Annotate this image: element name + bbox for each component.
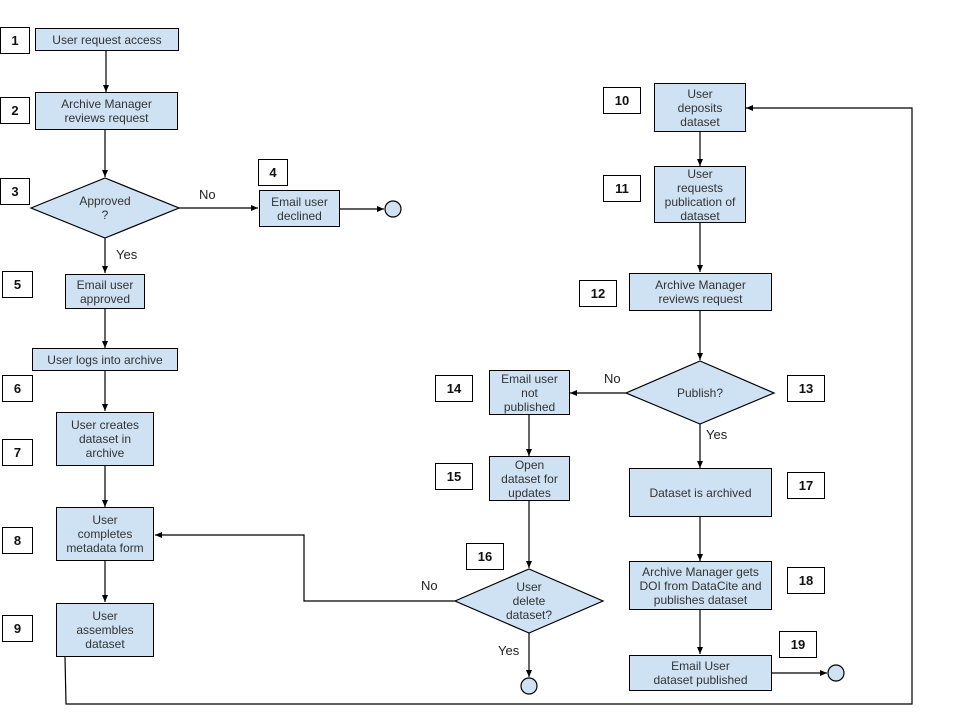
step-number-16: 16 <box>466 543 504 570</box>
step-number-3: 3 <box>0 178 30 205</box>
step-2-node: Archive Manager reviews request <box>35 92 178 130</box>
step-number-17: 17 <box>787 472 825 499</box>
edge-label-delete-no: No <box>421 578 438 593</box>
step-5-node: Email user approved <box>65 274 145 309</box>
step-number-11: 11 <box>603 175 641 202</box>
step-number-15: 15 <box>435 463 473 490</box>
step-number-2: 2 <box>0 97 30 124</box>
step-number-18: 18 <box>787 567 825 594</box>
step-6-node: User logs into archive <box>32 348 178 371</box>
edge-16-8 <box>155 532 455 602</box>
step-number-6: 6 <box>2 375 33 402</box>
step-11-node: User requests publication of dataset <box>654 166 746 223</box>
step-number-8: 8 <box>2 527 33 554</box>
step-number-1: 1 <box>0 27 30 54</box>
step-15-node: Open dataset for updates <box>489 456 570 501</box>
step-number-10: 10 <box>603 87 641 114</box>
step-1-node: User request access <box>35 28 179 51</box>
step-9-node: User assembles dataset <box>56 603 154 657</box>
step-14-node: Email user not published <box>489 370 570 415</box>
step-8-node: User completes metadata form <box>56 507 154 561</box>
step-13-decision-text: Publish? <box>676 386 724 400</box>
edge-label-delete-yes: Yes <box>498 643 520 658</box>
step-4-node: Email user declined <box>259 190 340 227</box>
end-terminator-deleted <box>520 677 538 695</box>
step-number-12: 12 <box>579 280 617 307</box>
edge-label-publish-no: No <box>604 371 621 386</box>
step-17-node: Dataset is archived <box>629 468 772 517</box>
edge-label-publish-yes: Yes <box>706 427 728 442</box>
step-number-7: 7 <box>2 439 33 466</box>
edge-label-approved-no: No <box>199 187 216 202</box>
step-10-node: User deposits dataset <box>654 83 746 132</box>
step-number-4: 4 <box>258 159 288 186</box>
step-number-19: 19 <box>779 631 817 658</box>
step-number-13: 13 <box>787 375 825 402</box>
step-18-node: Archive Manager gets DOI from DataCite a… <box>629 561 772 610</box>
end-terminator-declined <box>384 200 402 218</box>
step-7-node: User creates dataset in archive <box>56 412 154 466</box>
step-number-14: 14 <box>435 375 473 402</box>
edge-label-approved-yes: Yes <box>116 247 138 262</box>
step-12-node: Archive Manager reviews request <box>629 273 772 311</box>
step-19-node: Email User dataset published <box>629 655 772 691</box>
end-terminator-published <box>827 664 845 682</box>
step-number-9: 9 <box>2 615 33 642</box>
step-number-5: 5 <box>2 271 33 298</box>
step-16-decision-text: User delete dataset? <box>505 580 553 622</box>
step-3-decision-text: Approved ? <box>79 194 131 222</box>
